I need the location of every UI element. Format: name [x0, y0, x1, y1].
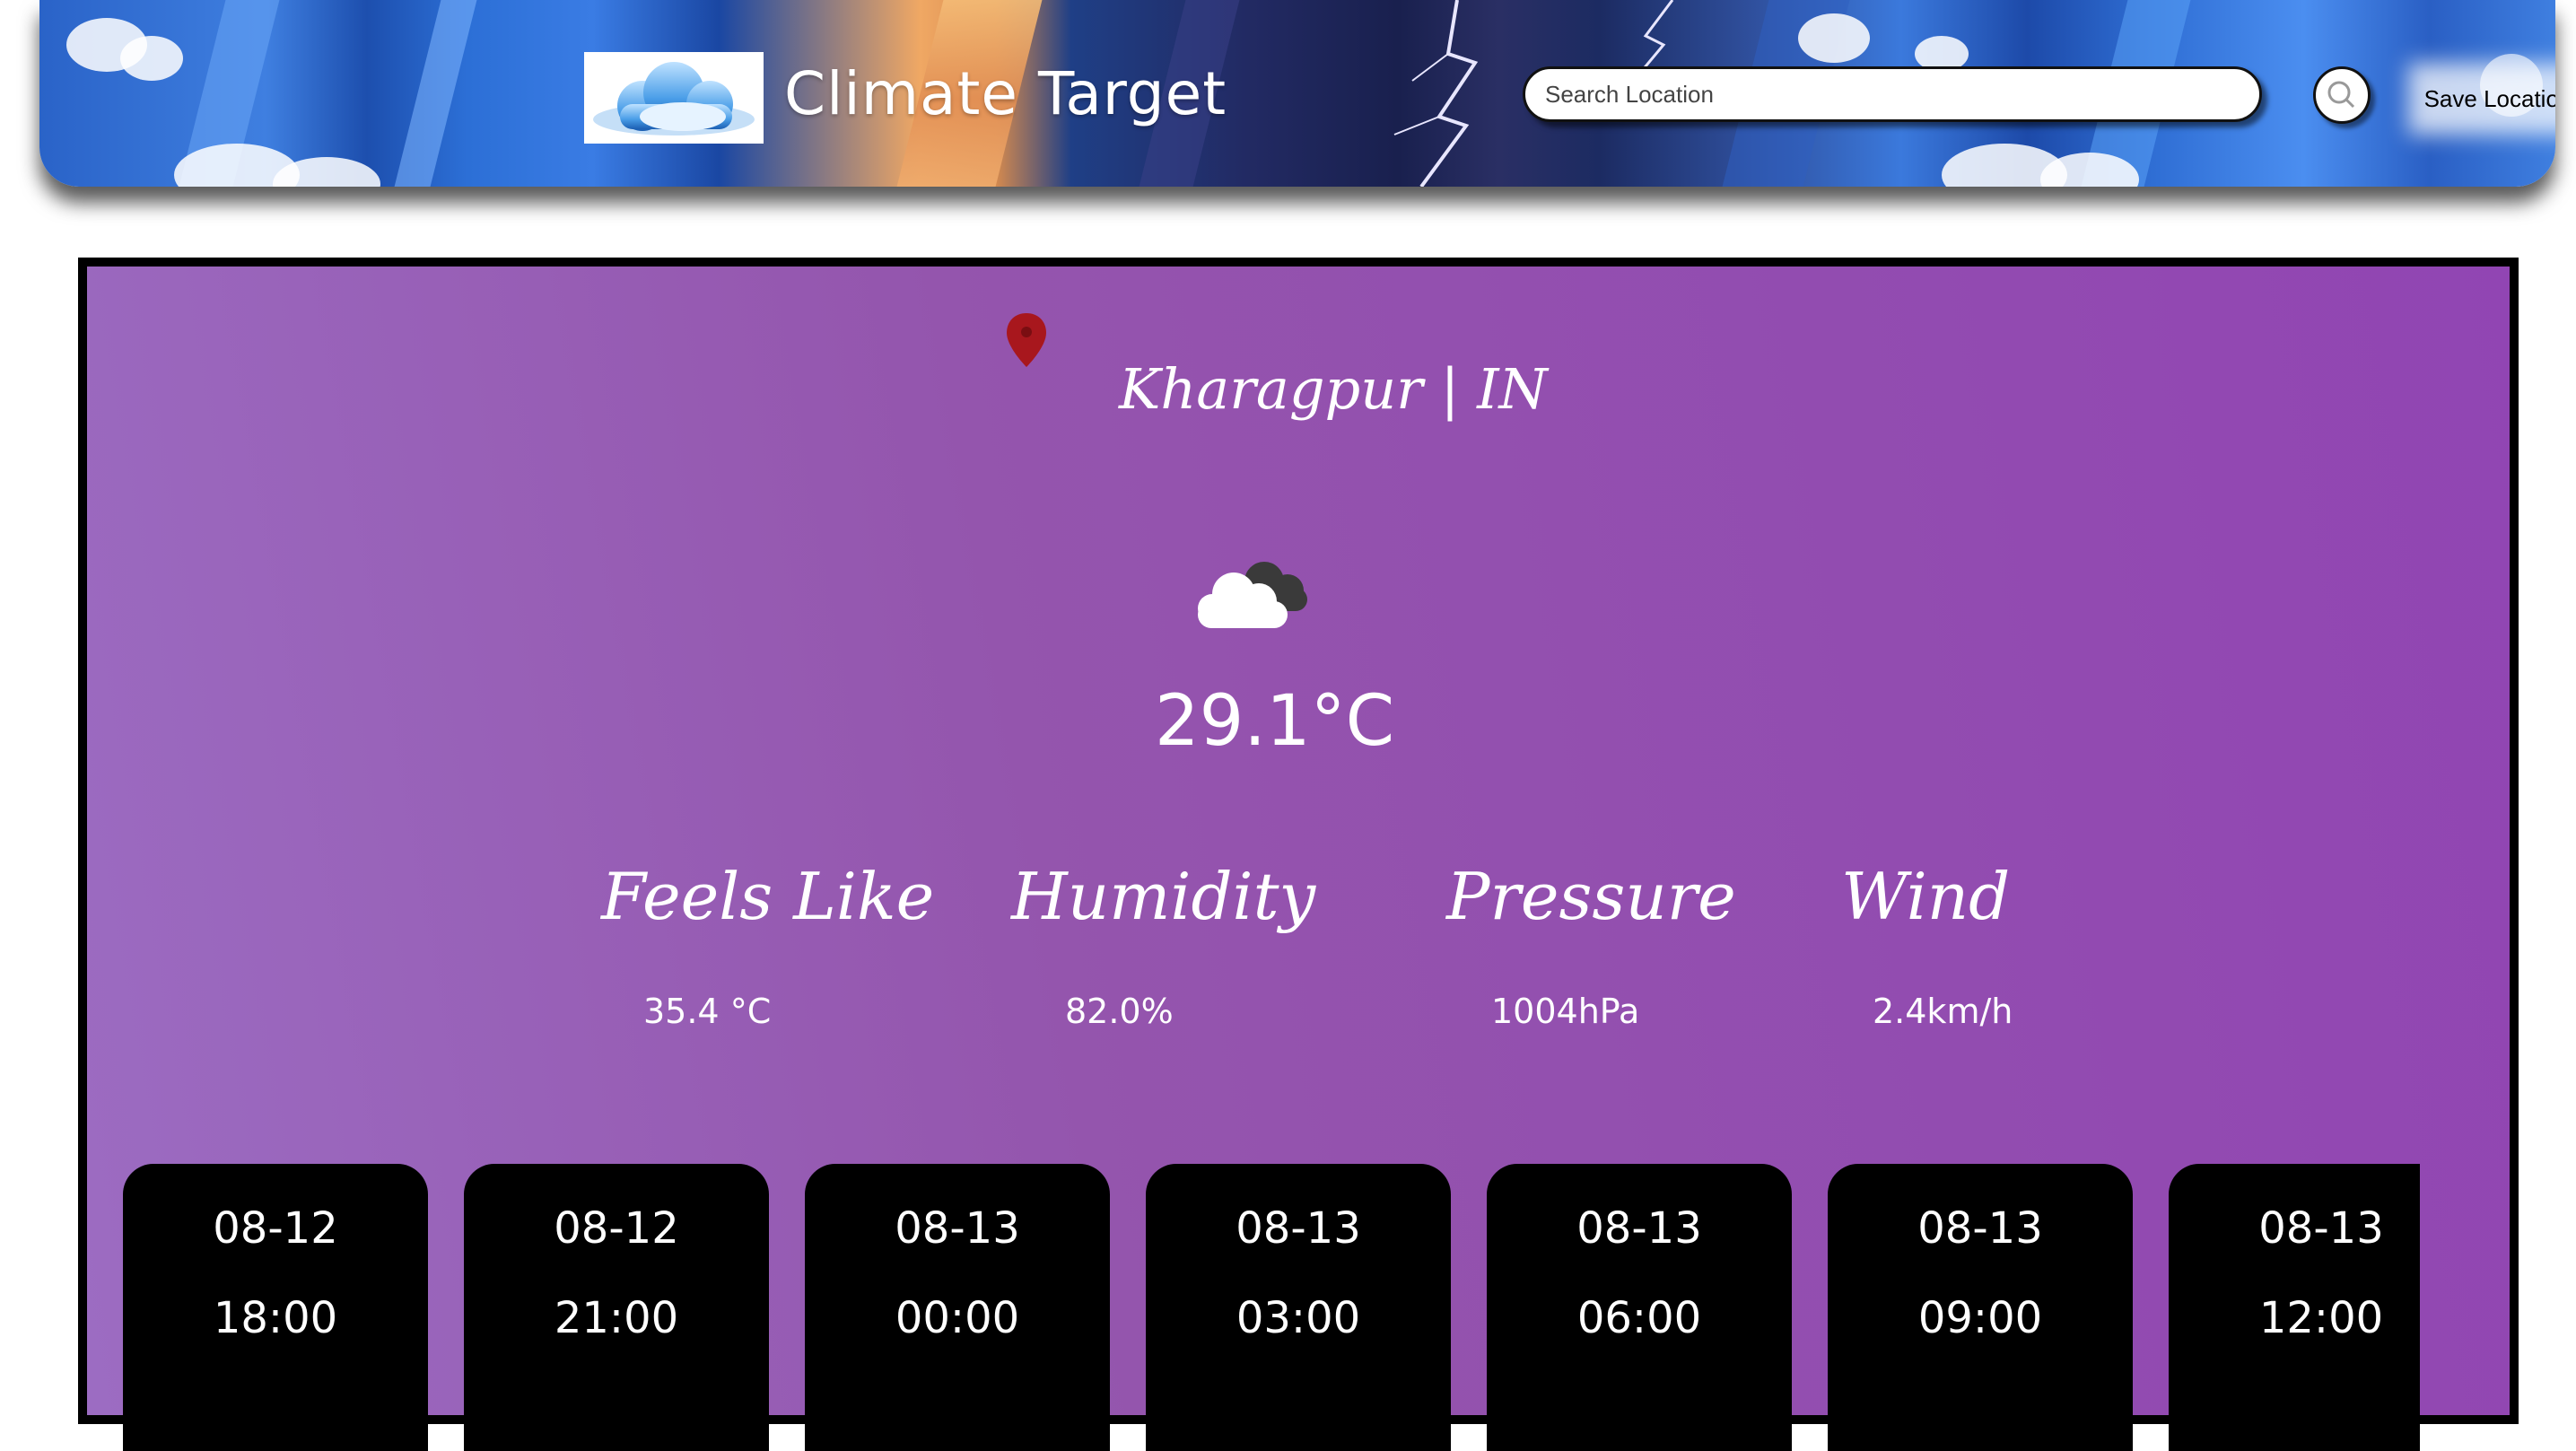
- humidity-value: 82.0%: [1065, 992, 1174, 1031]
- forecast-card[interactable]: 08-13 12:00: [2169, 1164, 2420, 1451]
- forecast-time: 21:00: [554, 1293, 679, 1343]
- save-location-button[interactable]: Save Location: [2408, 81, 2555, 117]
- cloud-decoration: [120, 36, 183, 81]
- forecast-date: 08-13: [895, 1203, 1020, 1254]
- pressure-label: Pressure: [1446, 859, 1736, 934]
- search-input[interactable]: [1523, 66, 2262, 122]
- cloud-decoration: [1798, 13, 1870, 63]
- sky-streak: [387, 0, 482, 187]
- forecast-card[interactable]: 08-13 09:00: [1828, 1164, 2133, 1451]
- header-banner: Climate Target Save Location: [39, 0, 2555, 187]
- location-pin-icon: [1007, 313, 1046, 367]
- forecast-time: 18:00: [213, 1293, 338, 1343]
- forecast-time: 06:00: [1576, 1293, 1702, 1343]
- lightning-decoration: [1393, 0, 1479, 187]
- search-button[interactable]: [2313, 66, 2371, 124]
- forecast-time: 03:00: [1236, 1293, 1361, 1343]
- search-icon: [2327, 81, 2355, 109]
- forecast-card[interactable]: 08-13 00:00: [805, 1164, 1110, 1451]
- wind-value: 2.4km/h: [1873, 992, 2013, 1031]
- forecast-date: 08-13: [1576, 1203, 1702, 1254]
- feels-like-value: 35.4 °C: [643, 992, 772, 1031]
- cloud-logo-icon: [593, 62, 755, 135]
- broken-clouds-icon: [1198, 562, 1307, 628]
- forecast-card[interactable]: 08-13 03:00: [1146, 1164, 1451, 1451]
- forecast-card[interactable]: 08-12 21:00: [464, 1164, 769, 1451]
- forecast-time: 00:00: [895, 1293, 1020, 1343]
- forecast-date: 08-12: [213, 1203, 338, 1254]
- forecast-card[interactable]: 08-13 06:00: [1487, 1164, 1792, 1451]
- app-title: Climate Target: [784, 59, 1227, 128]
- forecast-date: 08-12: [554, 1203, 679, 1254]
- forecast-date: 08-13: [1917, 1203, 2043, 1254]
- humidity-label: Humidity: [1011, 859, 1316, 934]
- weather-panel: Kharagpur | IN 29.1°C Feels Like 35.4 °C…: [78, 258, 2519, 1451]
- feels-like-label: Feels Like: [601, 859, 935, 934]
- current-temperature: 29.1°C: [1155, 681, 1395, 762]
- forecast-time: 09:00: [1917, 1293, 2043, 1343]
- location-name: Kharagpur | IN: [1119, 356, 1548, 422]
- wind-label: Wind: [1841, 859, 2011, 934]
- forecast-time: 12:00: [2258, 1293, 2384, 1343]
- forecast-date: 08-13: [2258, 1203, 2384, 1254]
- logo[interactable]: [584, 52, 764, 144]
- forecast-date: 08-13: [1236, 1203, 1361, 1254]
- pressure-value: 1004hPa: [1491, 992, 1640, 1031]
- forecast-card[interactable]: 08-12 18:00: [123, 1164, 428, 1451]
